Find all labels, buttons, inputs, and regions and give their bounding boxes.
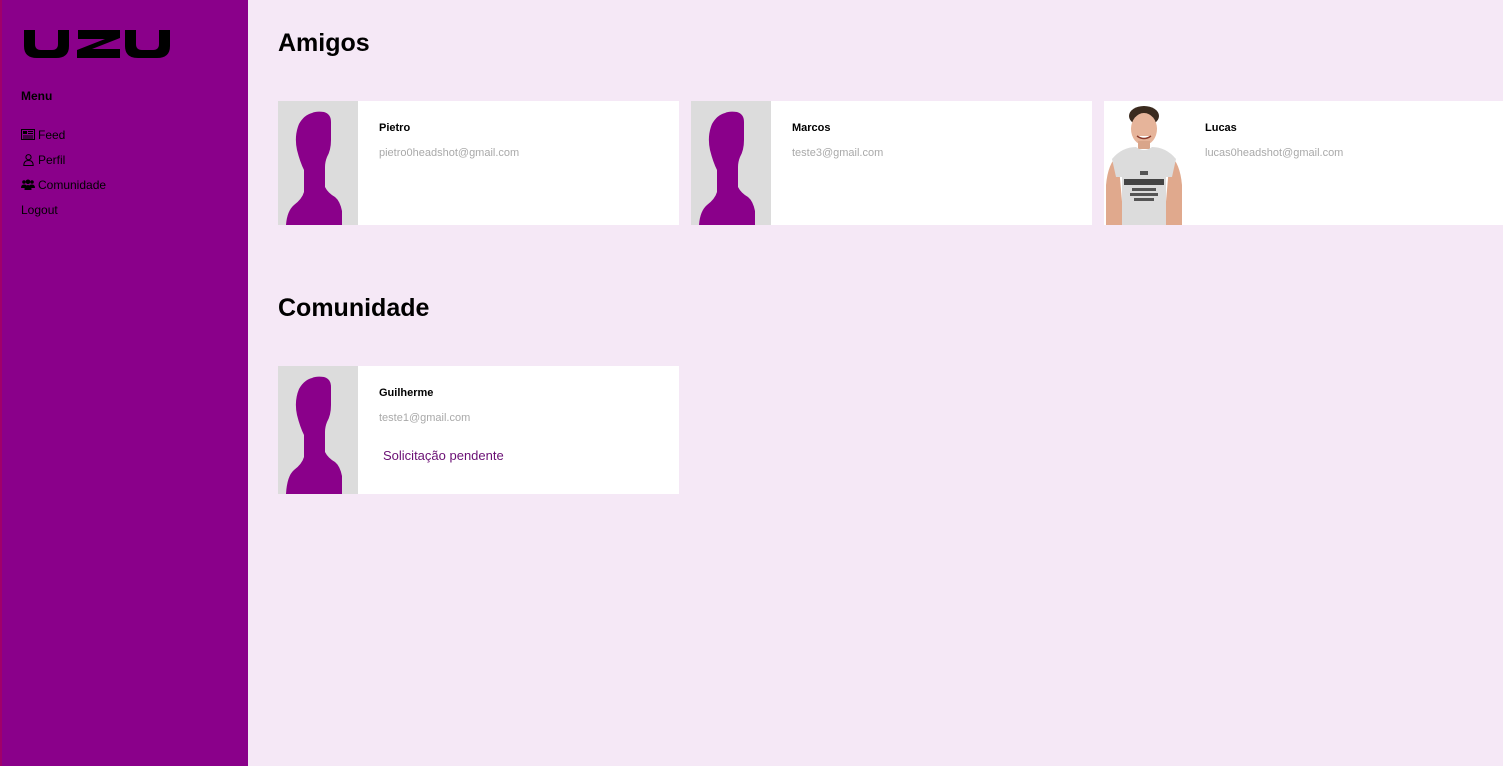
menu-list: Feed Perfil Comunidade Logout	[21, 122, 106, 222]
menu-title: Menu	[21, 89, 53, 103]
friend-card-lucas[interactable]: Lucas lucas0headshot@gmail.com	[1104, 101, 1503, 225]
friend-name: Lucas	[1205, 122, 1237, 134]
friend-email: pietro0headshot@gmail.com	[379, 147, 520, 159]
menu-item-comunidade[interactable]: Comunidade	[21, 172, 106, 197]
community-member-name: Guilherme	[379, 387, 434, 399]
friend-name: Marcos	[792, 122, 831, 134]
user-icon	[21, 153, 35, 166]
menu-item-logout-label: Logout	[21, 202, 58, 217]
community-member-email: teste1@gmail.com	[379, 412, 471, 424]
menu-item-feed-label: Feed	[38, 127, 66, 142]
default-avatar-icon	[278, 366, 358, 494]
sidebar: Menu Feed Perfil Comunidade Logout	[0, 0, 248, 766]
sidebar-edge	[0, 0, 2, 766]
uzu-logo[interactable]	[22, 22, 172, 62]
profile-photo	[1104, 101, 1184, 225]
friend-email: teste3@gmail.com	[792, 147, 884, 159]
menu-item-perfil-label: Perfil	[38, 152, 66, 167]
default-avatar-icon	[691, 101, 771, 225]
menu-item-logout[interactable]: Logout	[21, 197, 106, 222]
default-avatar-icon	[278, 101, 358, 225]
friend-card-pietro[interactable]: Pietro pietro0headshot@gmail.com	[278, 101, 679, 225]
pending-request-status[interactable]: Solicitação pendente	[383, 448, 504, 463]
menu-item-perfil[interactable]: Perfil	[21, 147, 106, 172]
menu-item-comunidade-label: Comunidade	[38, 177, 107, 192]
friend-email: lucas0headshot@gmail.com	[1205, 147, 1344, 159]
friend-name: Pietro	[379, 122, 411, 134]
community-title: Comunidade	[278, 294, 430, 322]
users-icon	[21, 179, 35, 191]
friend-card-marcos[interactable]: Marcos teste3@gmail.com	[691, 101, 1092, 225]
community-card-guilherme[interactable]: Guilherme teste1@gmail.com Solicitação p…	[278, 366, 679, 494]
friends-title: Amigos	[278, 29, 370, 57]
newspaper-icon	[21, 129, 35, 141]
menu-item-feed[interactable]: Feed	[21, 122, 106, 147]
